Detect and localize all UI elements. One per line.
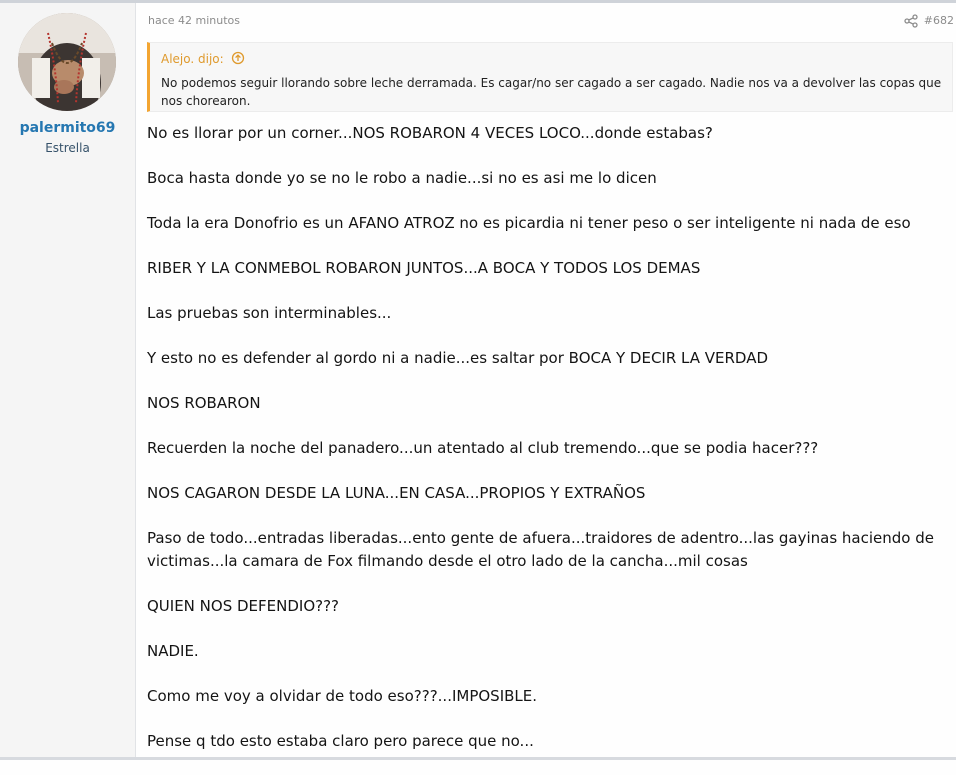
avatar-image: [18, 13, 116, 111]
message-paragraph: Y esto no es defender al gordo ni a nadi…: [147, 349, 769, 367]
user-title: Estrella: [45, 141, 90, 155]
message-paragraph: RIBER Y LA CONMEBOL ROBARON JUNTOS...A B…: [147, 259, 701, 277]
quote-block: Alejo. dijo: No podemos seguir llorando …: [147, 42, 953, 112]
share-icon[interactable]: [904, 14, 918, 28]
message-paragraph: Boca hasta donde yo se no le robo a nadi…: [147, 169, 657, 187]
post-header: hace 42 minutos #682: [148, 14, 956, 32]
message-paragraph: Recuerden la noche del panadero...un ate…: [147, 439, 819, 457]
quote-author: Alejo. dijo:: [161, 52, 224, 66]
message-paragraph: Pense q tdo esto estaba claro pero parec…: [147, 732, 534, 750]
quote-text: No podemos seguir llorando sobre leche d…: [161, 76, 942, 108]
post-time[interactable]: hace 42 minutos: [148, 14, 240, 27]
message-paragraph: QUIEN NOS DEFENDIO???: [147, 597, 340, 615]
post-number[interactable]: #682: [924, 14, 954, 27]
message-paragraph: Toda la era Donofrio es un AFANO ATROZ n…: [147, 214, 911, 232]
user-column: palermito69 Estrella: [0, 3, 136, 760]
message-body: No es llorar por un corner...NOS ROBARON…: [147, 122, 947, 775]
message-paragraph: NOS ROBARON: [147, 394, 261, 412]
message-paragraph: NADIE.: [147, 642, 199, 660]
username[interactable]: palermito69: [0, 120, 135, 136]
message-paragraph: NOS CAGARON DESDE LA LUNA...EN CASA...PR…: [147, 484, 646, 502]
post-content-column: hace 42 minutos #682 Alejo. dijo: No pod…: [136, 3, 956, 760]
message-paragraph: Como me voy a olvidar de todo eso???...I…: [147, 687, 538, 705]
quote-author-link[interactable]: Alejo. dijo:: [161, 51, 245, 66]
arrow-up-circle-icon[interactable]: [231, 51, 245, 65]
avatar[interactable]: [18, 13, 116, 111]
message-paragraph: No es llorar por un corner...NOS ROBARON…: [147, 124, 713, 142]
message-paragraph: Las pruebas son interminables...: [147, 304, 392, 322]
forum-post: palermito69 Estrella hace 42 minutos #68…: [0, 3, 956, 760]
message-paragraph: Paso de todo...entradas liberadas...ento…: [147, 529, 934, 570]
